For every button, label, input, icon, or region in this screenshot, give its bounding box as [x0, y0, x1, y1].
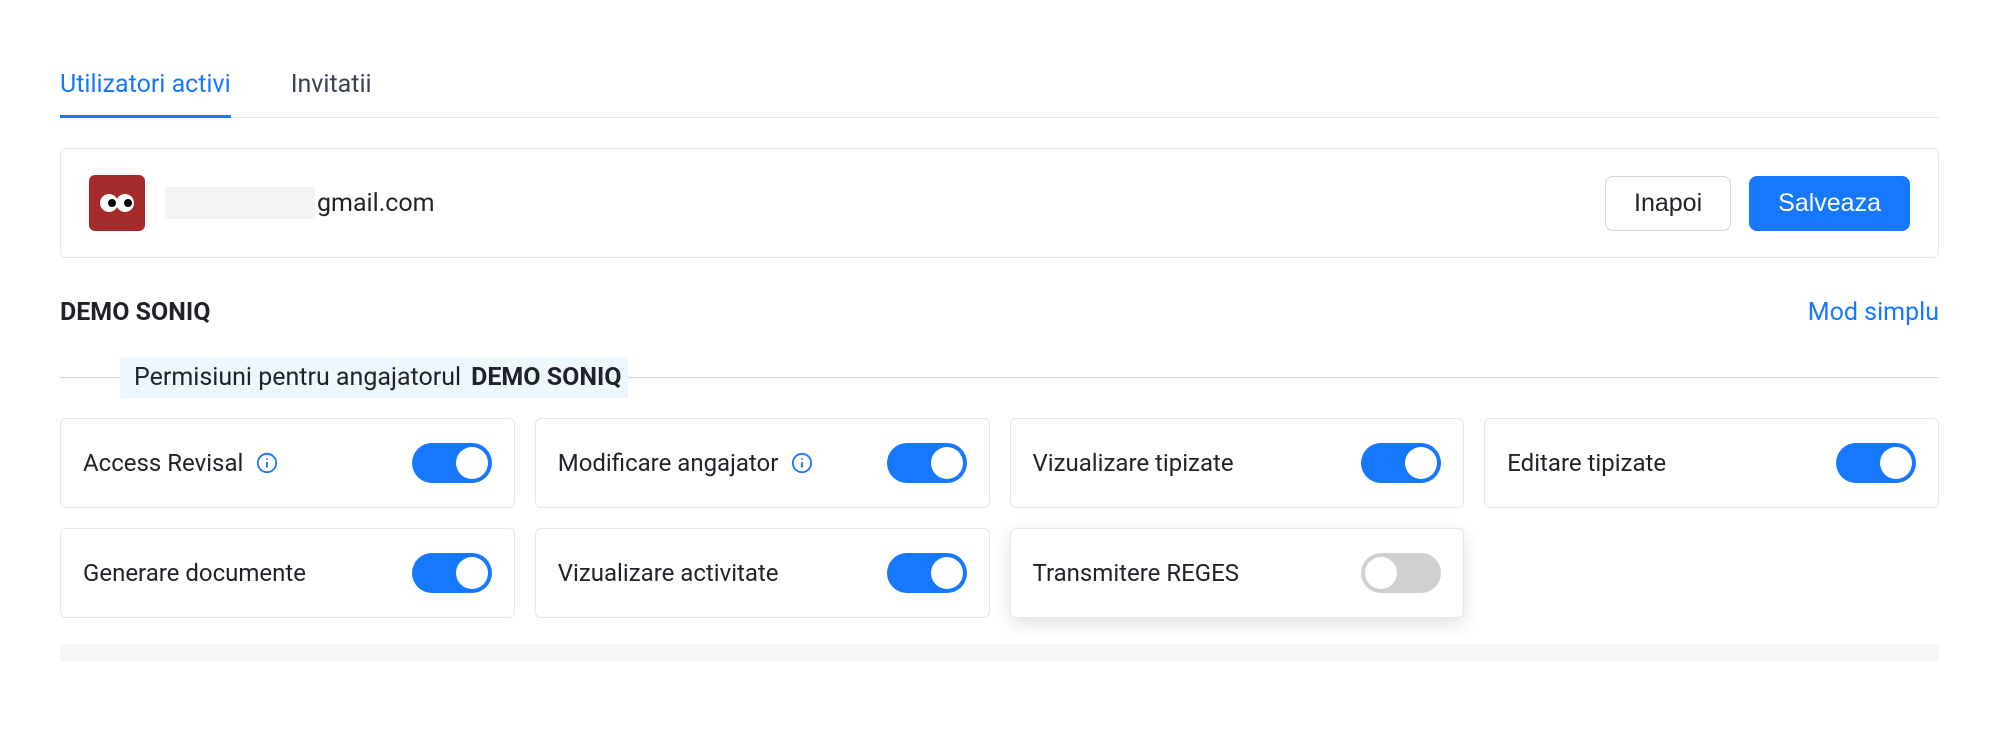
permission-label: Transmitere REGES — [1033, 559, 1240, 587]
avatar-eyes-icon — [97, 191, 137, 215]
legend-line-left — [60, 377, 120, 378]
back-button[interactable]: Inapoi — [1605, 176, 1731, 231]
user-card: gmail.com Inapoi Salveaza — [60, 148, 1939, 258]
section-header: DEMO SONIQ Mod simplu — [60, 298, 1939, 327]
permission-toggle[interactable] — [412, 553, 492, 593]
permission-toggle[interactable] — [887, 443, 967, 483]
tab-invitations[interactable]: Invitatii — [291, 50, 372, 117]
save-button[interactable]: Salveaza — [1749, 176, 1910, 231]
permission-label-text: Vizualizare tipizate — [1033, 449, 1234, 477]
permission-label: Modificare angajator — [558, 449, 815, 477]
permission-toggle[interactable] — [1836, 443, 1916, 483]
permission-label: Generare documente — [83, 559, 306, 587]
toggle-knob — [456, 557, 488, 589]
avatar — [89, 175, 145, 231]
permission-label: Vizualizare tipizate — [1033, 449, 1234, 477]
permission-label: Editare tipizate — [1507, 449, 1666, 477]
permission-toggle[interactable] — [887, 553, 967, 593]
user-email: gmail.com — [165, 187, 435, 219]
legend-employer: DEMO SONIQ — [471, 363, 621, 392]
legend-prefix: Permisiuni pentru angajatorul — [134, 363, 461, 392]
tab-active-users[interactable]: Utilizatori activi — [60, 50, 231, 117]
toggle-knob — [456, 447, 488, 479]
tabs: Utilizatori activi Invitatii — [60, 50, 1939, 118]
permission-toggle[interactable] — [412, 443, 492, 483]
permission-card: Vizualizare activitate — [535, 528, 990, 618]
email-redacted-part — [165, 187, 315, 219]
permission-card: Transmitere REGES — [1010, 528, 1465, 618]
toggle-knob — [1365, 557, 1397, 589]
permission-label-text: Transmitere REGES — [1033, 559, 1240, 587]
permission-label-text: Access Revisal — [83, 449, 243, 477]
permission-toggle[interactable] — [1361, 553, 1441, 593]
toggle-knob — [931, 447, 963, 479]
info-icon[interactable] — [790, 451, 814, 475]
toggle-knob — [1880, 447, 1912, 479]
permission-card: Editare tipizate — [1484, 418, 1939, 508]
email-suffix: gmail.com — [317, 189, 435, 218]
card-actions: Inapoi Salveaza — [1605, 176, 1910, 231]
info-icon[interactable] — [255, 451, 279, 475]
permission-label-text: Modificare angajator — [558, 449, 779, 477]
section-title: DEMO SONIQ — [60, 298, 210, 327]
toggle-knob — [931, 557, 963, 589]
legend-label: Permisiuni pentru angajatorul DEMO SONIQ — [120, 357, 628, 398]
permission-card: Vizualizare tipizate — [1010, 418, 1465, 508]
permission-card: Access Revisal — [60, 418, 515, 508]
toggle-knob — [1405, 447, 1437, 479]
permissions-legend: Permisiuni pentru angajatorul DEMO SONIQ — [60, 357, 1939, 398]
footer-bar — [60, 644, 1939, 662]
permission-toggle[interactable] — [1361, 443, 1441, 483]
permission-card: Generare documente — [60, 528, 515, 618]
simple-mode-link[interactable]: Mod simplu — [1808, 298, 1939, 327]
permission-label-text: Editare tipizate — [1507, 449, 1666, 477]
permission-label-text: Generare documente — [83, 559, 306, 587]
permission-label: Access Revisal — [83, 449, 279, 477]
permission-card: Modificare angajator — [535, 418, 990, 508]
permissions-grid: Access Revisal Modificare angajator Vizual… — [60, 418, 1939, 618]
user-info: gmail.com — [89, 175, 435, 231]
permission-label-text: Vizualizare activitate — [558, 559, 779, 587]
permission-label: Vizualizare activitate — [558, 559, 779, 587]
legend-line-right — [628, 377, 1939, 378]
